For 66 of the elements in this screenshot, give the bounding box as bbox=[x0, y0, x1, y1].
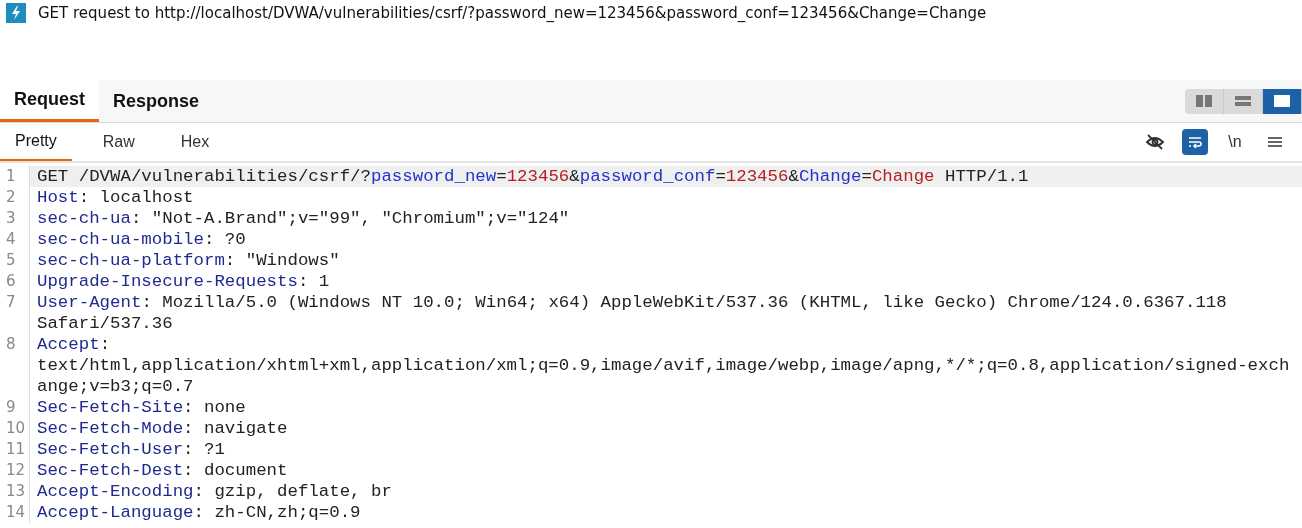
line-number: 3 bbox=[6, 209, 16, 227]
header-name: Upgrade-Insecure-Requests bbox=[37, 272, 298, 291]
tab[interactable]: Raw bbox=[87, 123, 150, 161]
code-text: : gzip, deflate, br bbox=[193, 482, 392, 501]
param-value: Change bbox=[871, 167, 935, 186]
tab[interactable]: Pretty bbox=[0, 123, 72, 161]
header-name: Accept-Encoding bbox=[37, 482, 194, 501]
line-number: 14 bbox=[6, 503, 26, 521]
param-name: password_conf bbox=[579, 167, 716, 186]
code-text: : 1 bbox=[297, 272, 330, 291]
code-text: : bbox=[99, 335, 111, 354]
line-number: 13 bbox=[6, 482, 26, 500]
line-number: 6 bbox=[6, 272, 16, 290]
line-number: 10 bbox=[6, 419, 26, 437]
header-name: Accept bbox=[37, 335, 100, 354]
code-text: : Mozilla/5.0 (Windows NT 10.0; Win64; x64) AppleWebKit/537.36 (KHTML, like Gecko) Chrome/124.0.6367.118 bbox=[141, 293, 1227, 312]
header-name: Sec-Fetch-Dest bbox=[37, 461, 184, 480]
header-name: Sec-Fetch-Site bbox=[37, 398, 184, 417]
header-name: Sec-Fetch-User bbox=[37, 440, 184, 459]
line-number: 2 bbox=[6, 188, 16, 206]
line-number: 4 bbox=[6, 230, 16, 248]
param-value: 123456 bbox=[506, 167, 570, 186]
code-text: : "Windows" bbox=[224, 251, 340, 270]
code-text: : ?0 bbox=[204, 230, 246, 249]
code-text: : navigate bbox=[183, 419, 288, 438]
code-text: = bbox=[496, 167, 507, 186]
newline-toggle[interactable]: \n bbox=[1222, 129, 1248, 155]
line-number: 1 bbox=[6, 167, 16, 185]
code-text: text/html,application/xhtml+xml,application/xml;q=0.9,image/avif,image/webp,image/apng,*/*;q=0.8,application/signed-exch bbox=[37, 356, 1290, 375]
bolt-icon bbox=[6, 3, 26, 23]
line-number: 8 bbox=[6, 335, 16, 353]
header-name: sec-ch-ua bbox=[37, 209, 131, 228]
line-number: 9 bbox=[6, 398, 16, 416]
tab[interactable]: Hex bbox=[165, 123, 225, 161]
code-text: : none bbox=[183, 398, 246, 417]
code-text: & bbox=[788, 167, 799, 186]
code-text: : "Not-A.Brand";v="99", "Chromium";v="124" bbox=[130, 209, 570, 228]
line-number: 11 bbox=[6, 440, 26, 458]
param-name: password_new bbox=[370, 167, 497, 186]
header-name: sec-ch-ua-platform bbox=[37, 251, 225, 270]
param-value: 123456 bbox=[725, 167, 789, 186]
window-title: GET request to http://localhost/DVWA/vulnerabilities/csrf/?password_new=123456&password_conf=123456&Change=Change bbox=[38, 4, 987, 22]
wrap-icon[interactable] bbox=[1182, 129, 1208, 155]
line-number: 7 bbox=[6, 293, 16, 311]
code-text: & bbox=[569, 167, 580, 186]
square-icon[interactable] bbox=[1263, 88, 1302, 114]
code-text: : ?1 bbox=[183, 440, 225, 459]
code-text: ange;v=b3;q=0.7 bbox=[37, 377, 194, 396]
code-text: HTTP/1.1 bbox=[944, 167, 1029, 186]
tab[interactable]: Request bbox=[0, 80, 99, 122]
code-text: = bbox=[715, 167, 726, 186]
param-name: Change bbox=[798, 167, 862, 186]
header-name: Host bbox=[37, 188, 79, 207]
code-text: = bbox=[861, 167, 872, 186]
code-text: : zh-CN,zh;q=0.9 bbox=[193, 503, 361, 522]
code-text: GET /DVWA/vulnerabilities/csrf/? bbox=[37, 167, 371, 186]
line-number: 5 bbox=[6, 251, 16, 269]
header-name: User-Agent bbox=[37, 293, 142, 312]
header-name: Sec-Fetch-Mode bbox=[37, 419, 184, 438]
header-name: sec-ch-ua-mobile bbox=[37, 230, 204, 249]
code-text: : localhost bbox=[78, 188, 194, 207]
line-number: 12 bbox=[6, 461, 26, 479]
code-text: Safari/537.36 bbox=[37, 314, 173, 333]
header-name: Accept-Language bbox=[37, 503, 194, 522]
code-text: : document bbox=[183, 461, 288, 480]
tab[interactable]: Response bbox=[99, 80, 214, 122]
